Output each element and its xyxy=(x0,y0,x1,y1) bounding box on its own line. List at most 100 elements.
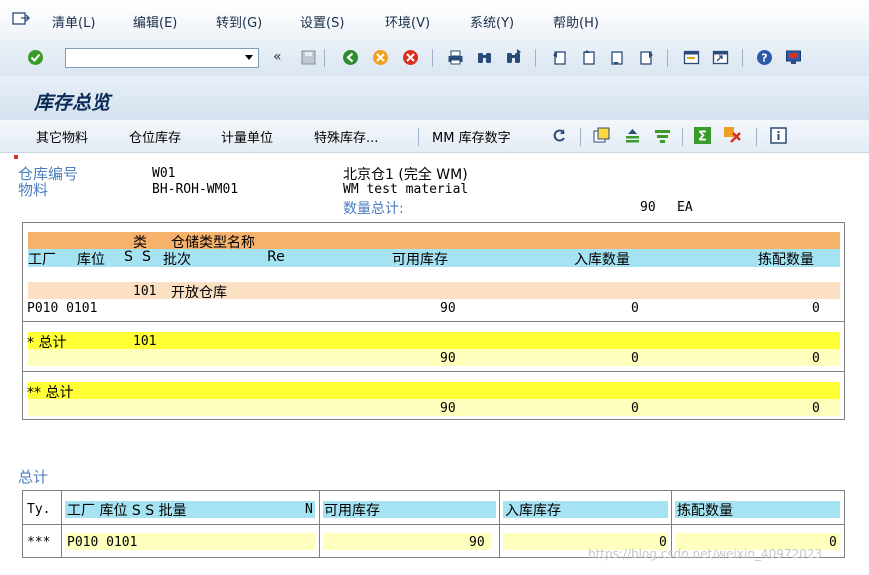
command-field[interactable] xyxy=(65,48,259,68)
toolbar-separator xyxy=(742,49,743,67)
toolbar-separator xyxy=(535,49,536,67)
print-icon[interactable] xyxy=(447,49,464,66)
last-page-icon[interactable] xyxy=(638,49,655,66)
bin-stock-button[interactable]: 仓位库存 xyxy=(129,127,181,146)
totals-row-stars: *** xyxy=(27,535,51,550)
find-icon[interactable] xyxy=(476,49,493,66)
warehouse-description: 北京仓1 (完全 WM) xyxy=(343,167,468,183)
special-stock-header: S xyxy=(124,249,133,265)
subtotal-2-inbound: 0 xyxy=(631,401,639,416)
material-value: BH-ROH-WM01 xyxy=(152,182,239,197)
toolbar-separator xyxy=(432,49,433,67)
toolbar-separator xyxy=(418,128,419,146)
re-header: Re xyxy=(267,249,285,265)
totals-row-plant-location: P010 0101 xyxy=(67,535,138,550)
menu-list[interactable]: 清单(L) xyxy=(52,12,95,31)
next-page-icon[interactable] xyxy=(609,49,626,66)
save-icon[interactable] xyxy=(300,49,317,66)
subtotal-1-available: 90 xyxy=(440,351,456,366)
subtotal-2-picking: 0 xyxy=(812,401,820,416)
menu-bar: 清单(L) 编辑(E) 转到(G) 设置(S) 环境(V) 系统(Y) 帮助(H… xyxy=(0,0,869,40)
menu-settings[interactable]: 设置(S) xyxy=(300,12,344,31)
toolbar-separator xyxy=(667,49,668,67)
cursor-marker xyxy=(14,155,18,159)
standard-toolbar: « ? xyxy=(0,40,869,77)
subtotal-2-label: ** 总计 xyxy=(27,385,74,401)
menu-system[interactable]: 系统(Y) xyxy=(470,12,514,31)
other-material-button[interactable]: 其它物料 xyxy=(36,127,88,146)
information-icon[interactable] xyxy=(770,127,787,144)
material-description: WM test material xyxy=(343,182,469,197)
menu-edit[interactable]: 编辑(E) xyxy=(133,12,177,31)
totals-picking-header: 拣配数量 xyxy=(677,503,733,519)
totals-available-header: 可用库存 xyxy=(324,503,380,519)
sum-icon[interactable]: Σ xyxy=(694,127,711,144)
help-icon[interactable]: ? xyxy=(756,49,773,66)
subtotal-row-2-label-bar xyxy=(28,382,840,399)
title-bar xyxy=(0,76,869,120)
total-quantity-value: 90 xyxy=(640,200,656,215)
cancel-icon[interactable] xyxy=(402,49,419,66)
totals-n-header: N xyxy=(305,502,313,517)
total-quantity-unit: EA xyxy=(677,200,693,215)
total-quantity-label: 数量总计: xyxy=(343,201,404,217)
stock-list: 类 仓储类型名称 工厂 库位 S S 批次 Re 可用库存 入库数量 拣配数量 … xyxy=(22,222,845,420)
totals-value-bar xyxy=(323,533,491,550)
totals-row-picking: 0 xyxy=(829,535,837,550)
subtotal-2-available: 90 xyxy=(440,401,456,416)
system-menu-icon[interactable] xyxy=(12,11,30,27)
row-picking-quantity: 0 xyxy=(812,301,820,316)
toolbar-separator xyxy=(324,49,325,67)
subtotal-icon[interactable] xyxy=(724,127,741,144)
first-page-icon[interactable] xyxy=(551,49,568,66)
storage-type-code: 101 xyxy=(133,284,157,299)
toolbar-separator xyxy=(682,128,683,146)
row-plant-location[interactable]: P010 0101 xyxy=(27,301,97,316)
sort-ascending-icon[interactable] xyxy=(624,127,641,144)
previous-page-icon[interactable] xyxy=(580,49,597,66)
material-label: 物料 xyxy=(18,181,49,199)
totals-row-available: 90 xyxy=(469,535,485,550)
storage-type-name: 开放仓库 xyxy=(171,285,227,301)
row-inbound-quantity: 0 xyxy=(631,301,639,316)
customize-layout-icon[interactable] xyxy=(785,49,802,66)
batch-header: 批次 xyxy=(163,252,191,268)
storage-location-header: 库位 xyxy=(77,252,105,268)
subtotal-1-code: 101 xyxy=(133,334,157,349)
chevron-down-icon[interactable] xyxy=(244,54,254,62)
special-stock-button[interactable]: 特殊库存... xyxy=(314,127,378,146)
svg-text:Σ: Σ xyxy=(698,130,707,145)
menu-help[interactable]: 帮助(H) xyxy=(553,12,599,31)
row-available-stock: 90 xyxy=(440,301,456,316)
back-icon[interactable] xyxy=(342,49,359,66)
warehouse-value: W01 xyxy=(152,166,176,181)
find-next-icon[interactable] xyxy=(505,49,522,66)
available-stock-header: 可用库存 xyxy=(392,252,448,268)
menu-environment[interactable]: 环境(V) xyxy=(385,12,430,31)
divider xyxy=(23,371,844,372)
enter-icon[interactable] xyxy=(27,49,44,66)
unit-of-measure-button[interactable]: 计量单位 xyxy=(221,127,273,146)
subtotal-1-label: * 总计 xyxy=(27,335,67,351)
list-header-row-1 xyxy=(28,232,840,249)
shortcut-icon[interactable] xyxy=(712,49,729,66)
plant-header: 工厂 xyxy=(28,252,56,268)
watermark: https://blog.csdn.net/weixin_40972023 xyxy=(588,547,823,561)
totals-title: 总计 xyxy=(18,468,49,486)
menu-goto[interactable]: 转到(G) xyxy=(216,12,262,31)
filter-icon[interactable] xyxy=(654,127,671,144)
subtotal-1-inbound: 0 xyxy=(631,351,639,366)
subtotal-row-2-value-bar xyxy=(28,399,840,416)
mm-stock-figures-button[interactable]: MM 库存数字 xyxy=(432,127,511,146)
refresh-icon[interactable] xyxy=(551,127,568,144)
subtotal-1-picking: 0 xyxy=(812,351,820,366)
create-session-icon[interactable] xyxy=(683,49,700,66)
stock-category-header: S xyxy=(142,249,151,265)
toolbar-separator xyxy=(756,128,757,146)
exit-icon[interactable] xyxy=(372,49,389,66)
subtotal-row-1-value-bar xyxy=(28,349,840,366)
details-icon[interactable] xyxy=(593,127,610,144)
totals-type-header: Ty. xyxy=(27,502,51,517)
totals-plant-location-header: 工厂 库位 S S 批量 xyxy=(67,503,187,519)
collapse-toolbar-button[interactable]: « xyxy=(273,49,282,65)
